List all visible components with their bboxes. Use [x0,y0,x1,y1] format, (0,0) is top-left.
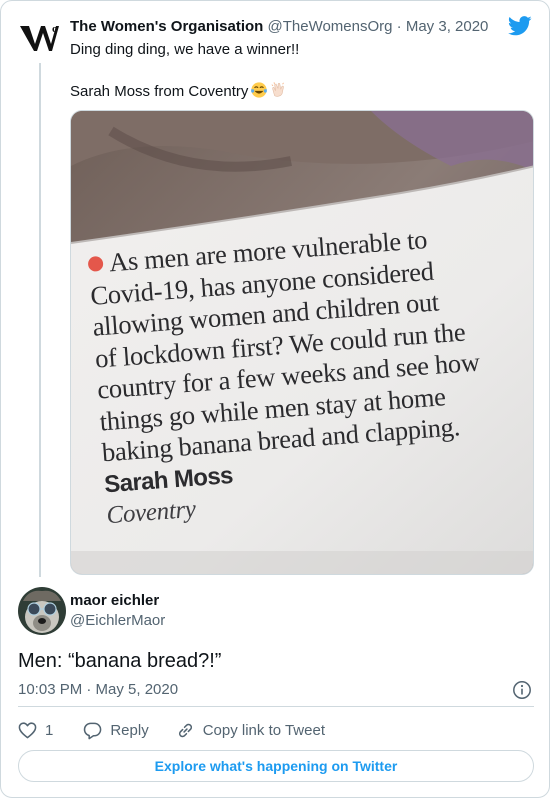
parent-tweet-date[interactable]: May 3, 2020 [406,18,489,35]
parent-author-handle[interactable]: @TheWomensOrg [268,18,393,35]
explore-button[interactable]: Explore what's happening on Twitter [18,750,534,782]
parent-text-line1: Ding ding ding, we have a winner!! [70,41,300,58]
author-handle[interactable]: @EichlerMaor [70,611,165,631]
tweet-timestamp[interactable]: 10:03 PM · May 5, 2020 [18,680,178,700]
face-with-tears-of-joy-icon [251,82,268,98]
w-logo-icon: o [20,23,59,51]
clipping-letter-text: As men are more vulnerable to Covid-19, … [87,217,533,532]
speech-bubble-icon [84,722,102,739]
author-name[interactable]: maor eichler [70,591,159,611]
parent-tweet-header: The Women's Organisation @TheWomensOrg ·… [70,17,488,37]
parent-text-line2-wrap: Sarah Moss from Coventry [70,81,510,102]
reply-button[interactable]: Reply [83,721,149,740]
copy-link-label: Copy link to Tweet [202,721,325,739]
twitter-bird-icon[interactable] [508,15,532,37]
bullet-dot [87,255,104,272]
clapping-hands-icon [271,82,285,97]
link-icon [178,723,192,737]
parent-author-name[interactable]: The Women's Organisation [70,18,263,35]
avatar[interactable] [18,587,66,635]
parent-text-line2: Sarah Moss from Coventry [70,83,249,100]
reply-label: Reply [110,721,149,739]
newspaper-clipping-image[interactable]: As men are more vulnerable to Covid-19, … [70,110,534,575]
parent-tweet-text: Ding ding ding, we have a winner!! Sarah… [70,39,510,102]
tweet-embed-card: o The Women's Organisation @TheWomensOrg… [0,0,550,798]
header-separator: · [396,18,402,35]
tweet-actions: 1 Reply Copy link to Tweet [18,718,325,742]
like-count: 1 [45,721,54,739]
avatar-dog-photo [18,587,66,635]
thread-connector-line [39,63,41,577]
info-icon[interactable] [512,680,532,700]
copy-link-button[interactable]: Copy link to Tweet [176,721,325,740]
like-button[interactable]: 1 [18,721,53,740]
tweet-text: Men: “banana bread?!” [18,650,222,672]
womens-organisation-logo[interactable]: o [19,17,61,59]
divider [18,706,534,707]
heart-icon [18,721,37,738]
svg-text:o: o [52,23,58,35]
